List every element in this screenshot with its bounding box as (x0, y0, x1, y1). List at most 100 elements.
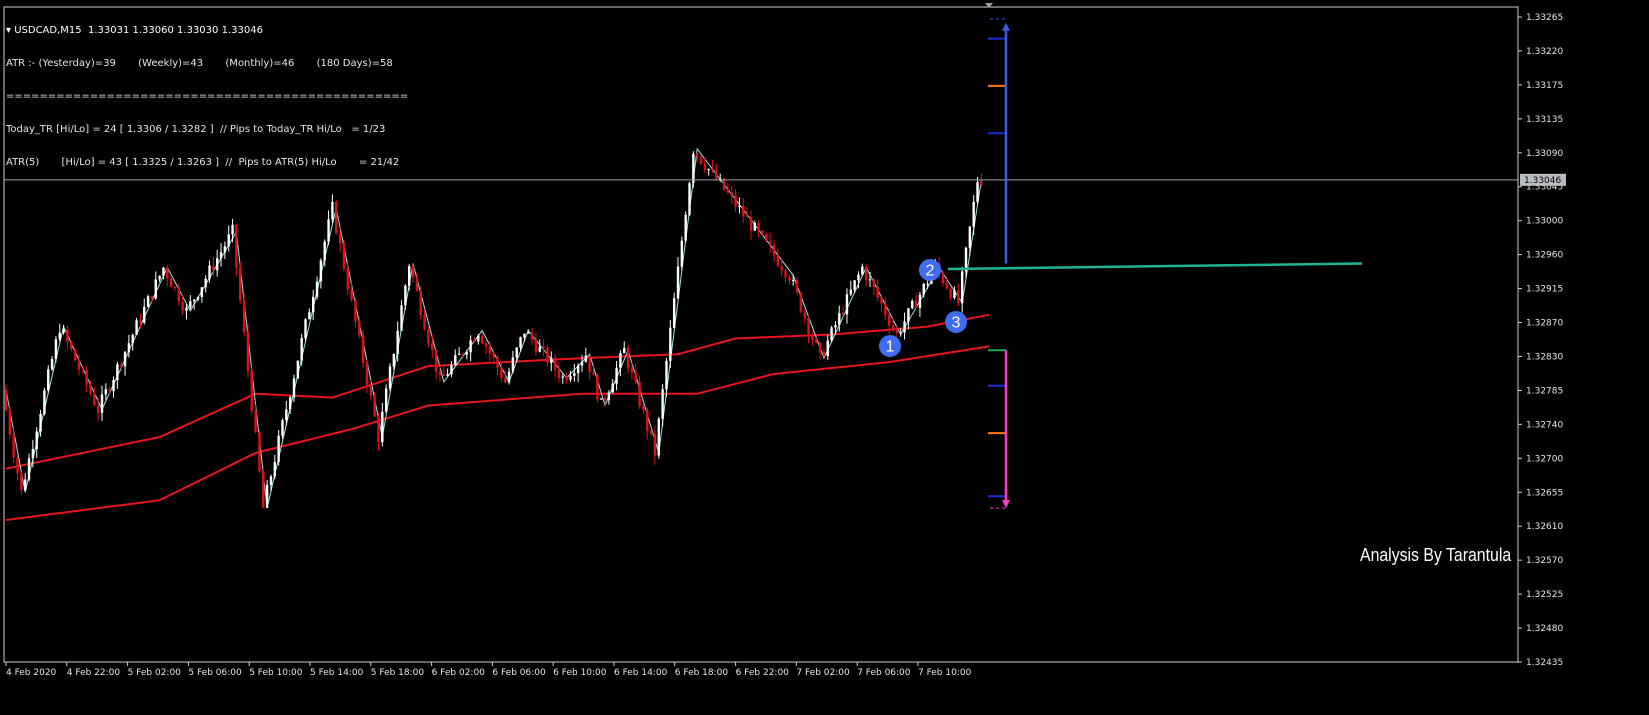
x-tick-label: 5 Feb 14:00 (310, 668, 364, 678)
candle-body (162, 267, 165, 276)
candle-body (93, 393, 96, 405)
candle-body (680, 240, 684, 267)
candle-body (442, 374, 445, 376)
current-price-tag: 1.33046 (1520, 173, 1566, 186)
candle-body (550, 357, 553, 363)
candle-body (239, 267, 242, 301)
candle-body (834, 325, 837, 328)
candle-body (795, 279, 799, 293)
candle-body (899, 332, 902, 334)
x-tick-label: 6 Feb 22:00 (736, 668, 790, 678)
candle-body (327, 219, 330, 242)
today-tr-line: Today_TR [Hi/Lo] = 24 [ 1.3306 / 1.3282 … (6, 124, 386, 135)
candle (73, 348, 77, 361)
candle (262, 468, 265, 508)
candle (258, 430, 261, 473)
candle-body (715, 169, 718, 180)
candle-body (127, 343, 131, 352)
candle-body (461, 353, 465, 355)
candle-body (515, 347, 518, 358)
candle-body (484, 343, 488, 347)
candle-body (972, 201, 975, 227)
candle-body (573, 373, 576, 376)
candle-body (365, 363, 369, 386)
candle-body (450, 364, 453, 375)
candle-body (749, 216, 753, 231)
symbol-line[interactable]: ▾ USDCAD,M15 1.33031 1.33060 1.33030 1.3… (6, 25, 408, 36)
candle (680, 236, 684, 271)
candle-body (480, 335, 484, 344)
candle-body (81, 369, 84, 371)
candle-body (473, 340, 476, 342)
y-tick-label: 1.33220 (1526, 47, 1563, 57)
candle-body (707, 169, 710, 171)
y-tick-label: 1.33090 (1526, 149, 1563, 159)
candle (373, 391, 376, 418)
candle (8, 406, 12, 440)
candle-body (776, 255, 780, 266)
y-tick-label: 1.32525 (1526, 590, 1563, 600)
candle-body (500, 367, 503, 378)
candle-body (231, 224, 234, 235)
candle-body (976, 181, 979, 202)
y-tick-label: 1.32740 (1526, 420, 1563, 430)
y-tick-label: 1.32435 (1526, 658, 1563, 668)
candle-body (288, 397, 292, 410)
x-tick-label: 7 Feb 06:00 (857, 668, 911, 678)
candle-body (342, 243, 346, 269)
candle-body (204, 278, 207, 288)
atr5-line: ATR(5) [Hi/Lo] = 43 [ 1.3325 / 1.3263 ] … (6, 157, 400, 168)
current-price-tag-label: 1.33046 (1524, 176, 1561, 186)
x-tick-label: 7 Feb 02:00 (796, 668, 850, 678)
candle-body (649, 430, 653, 434)
candle-body (66, 329, 69, 342)
candle (596, 372, 599, 403)
candle-body (85, 369, 88, 385)
wave-badge-label: 3 (952, 315, 961, 332)
candle-body (400, 305, 403, 331)
candle-body (4, 389, 8, 411)
candle-body (358, 321, 361, 336)
y-tick-label: 1.33175 (1526, 81, 1563, 91)
candle-body (112, 380, 115, 392)
y-tick-label: 1.32570 (1526, 556, 1563, 566)
y-tick-label: 1.33000 (1526, 217, 1563, 227)
candle-body (50, 359, 54, 370)
candle-body (116, 364, 119, 381)
candle-body (623, 347, 626, 354)
candle-body (135, 320, 138, 335)
y-tick-label: 1.32700 (1526, 454, 1563, 464)
candle-body (742, 206, 745, 217)
candle-body (100, 394, 104, 413)
candle-body (219, 252, 223, 259)
candle-body (565, 376, 568, 380)
candle-body (392, 353, 396, 367)
candle-body (346, 268, 349, 290)
x-tick-label: 4 Feb 2020 (6, 668, 57, 678)
candle-body (603, 398, 607, 401)
candle-body (960, 271, 964, 304)
candle-body (415, 277, 419, 291)
x-tick-label: 6 Feb 02:00 (432, 668, 486, 678)
candle-body (58, 332, 61, 340)
candle-body (949, 288, 952, 298)
candle-body (258, 432, 261, 472)
candle (388, 363, 392, 391)
candle-body (903, 321, 906, 333)
candle (684, 211, 687, 244)
candle-body (957, 290, 960, 304)
candle-body (296, 360, 300, 379)
candle (43, 387, 46, 416)
candle-body (864, 266, 868, 280)
candle-body (208, 265, 211, 279)
candle-body (373, 395, 376, 417)
candle-body (335, 201, 338, 234)
candle-body (507, 371, 511, 383)
candle-body (388, 366, 392, 389)
candle-body (868, 279, 872, 281)
candle-body (150, 296, 154, 299)
candle-body (411, 266, 415, 278)
candle-body (200, 287, 204, 298)
candle-body (143, 306, 146, 323)
candle-body (711, 169, 714, 171)
